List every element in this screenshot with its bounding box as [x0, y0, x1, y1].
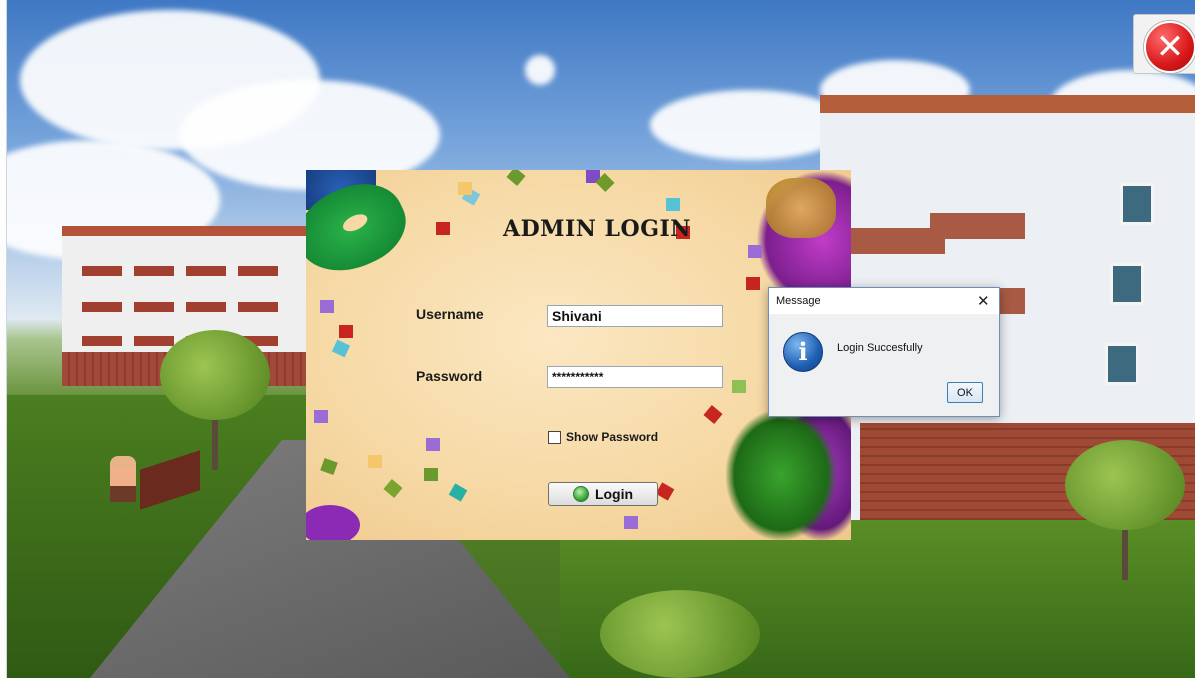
green-tinsel-decoration — [726, 410, 836, 540]
tree — [1065, 440, 1185, 530]
confetti — [748, 245, 762, 258]
dialog-title: Message — [776, 295, 821, 307]
confetti — [424, 468, 438, 481]
message-dialog: Message ✕ i Login Succesfully OK — [768, 287, 1000, 417]
show-password-label: Show Password — [566, 430, 659, 444]
window-frame-edge — [0, 0, 7, 678]
close-circle-icon: ✕ — [1144, 21, 1195, 73]
login-button-label: Login — [594, 486, 634, 502]
login-button[interactable]: Login — [548, 482, 658, 506]
close-window-button[interactable]: ✕ — [1133, 14, 1195, 74]
dialog-close-icon[interactable]: ✕ — [977, 292, 990, 310]
gold-ribbon-decoration — [766, 178, 836, 238]
confetti — [320, 457, 338, 476]
checkbox-icon — [548, 430, 561, 444]
confetti — [655, 482, 675, 501]
confetti — [666, 198, 680, 211]
dialog-titlebar[interactable]: Message ✕ — [769, 288, 999, 314]
confetti — [331, 339, 351, 358]
seated-person — [110, 456, 136, 502]
password-field[interactable] — [547, 366, 723, 388]
username-field[interactable] — [547, 305, 723, 327]
confetti — [732, 380, 746, 393]
confetti — [506, 170, 526, 186]
show-password-checkbox[interactable]: Show Password — [548, 430, 658, 444]
confetti — [320, 300, 334, 313]
confetti — [746, 277, 760, 290]
mask-decoration — [306, 505, 360, 540]
info-icon: i — [783, 332, 823, 372]
confetti — [458, 182, 472, 195]
tree — [160, 330, 270, 420]
confetti — [624, 516, 638, 529]
ok-button[interactable]: OK — [947, 382, 983, 403]
green-orb-icon — [572, 486, 589, 502]
dialog-message: Login Succesfully — [837, 342, 923, 354]
confetti — [383, 479, 403, 498]
bush — [600, 590, 760, 678]
confetti — [426, 438, 440, 451]
dialog-body: i Login Succesfully OK — [769, 314, 999, 416]
confetti — [703, 405, 723, 424]
password-label: Password — [416, 368, 483, 384]
confetti — [436, 222, 450, 235]
confetti — [339, 325, 353, 338]
confetti — [448, 483, 468, 502]
confetti — [368, 455, 382, 468]
cloud — [525, 55, 555, 85]
username-label: Username — [416, 306, 484, 322]
page-title: ADMIN LOGIN — [503, 216, 691, 242]
confetti — [314, 410, 328, 423]
